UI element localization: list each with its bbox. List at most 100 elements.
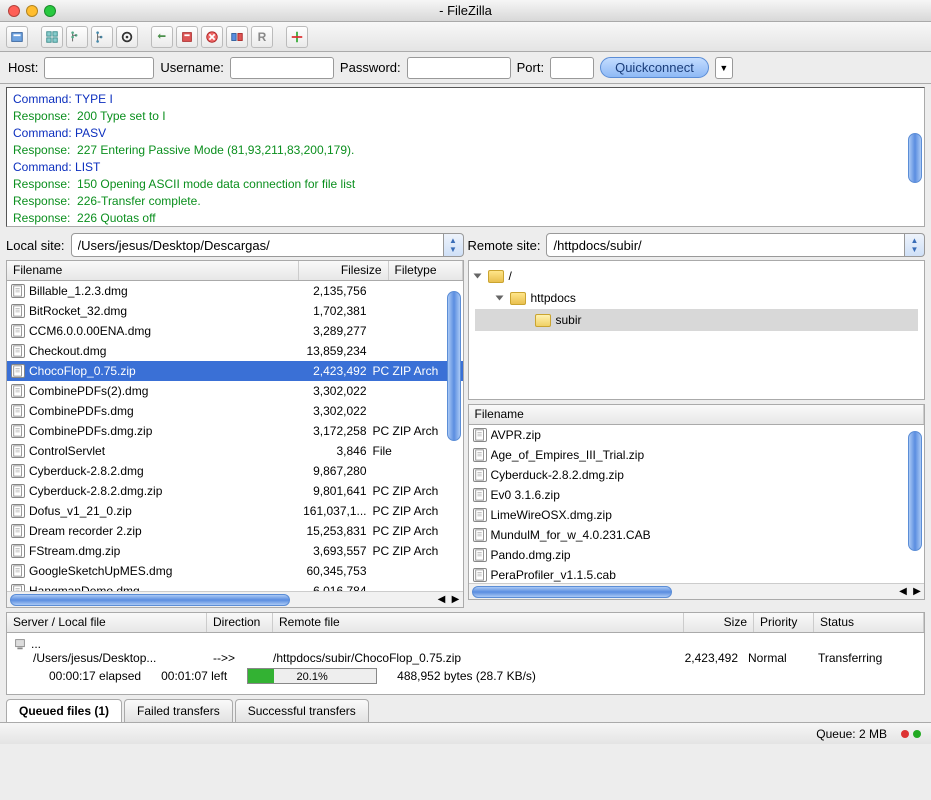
file-row[interactable]: Dofus_v1_21_0.zip161,037,1...PC ZIP Arch [7,501,463,521]
quickconnect-history-dropdown[interactable]: ▼ [715,57,733,79]
column-size[interactable]: Size [684,613,754,632]
transfer-elapsed: 00:00:17 elapsed [49,669,141,683]
remote-file-list[interactable]: AVPR.zipAge_of_Empires_III_Trial.zipCybe… [469,425,925,583]
quickconnect-bar: Host: Username: Password: Port: Quickcon… [0,52,931,84]
tab-failed-transfers[interactable]: Failed transfers [124,699,233,722]
file-row[interactable]: CombinePDFs.dmg.zip3,172,258PC ZIP Arch [7,421,463,441]
file-icon [11,284,25,298]
file-icon [11,524,25,538]
file-row[interactable]: Cyberduck-2.8.2.dmg9,867,280 [7,461,463,481]
local-hscrollbar[interactable]: ◀▶ [7,591,463,607]
file-row[interactable]: Ev0 3.1.6.zip [469,485,925,505]
disconnect-icon[interactable] [226,26,248,48]
local-path-dropdown[interactable]: ▲▼ [444,233,464,257]
remote-file-header[interactable]: Filename [469,405,925,425]
file-row[interactable]: BitRocket_32.dmg1,702,381 [7,301,463,321]
username-input[interactable] [230,57,334,79]
transfer-header[interactable]: Server / Local file Direction Remote fil… [7,613,924,633]
titlebar: - FileZilla [0,0,931,22]
tree-item[interactable]: httpdocs [475,287,919,309]
remote-panel: Remote site: ▲▼ /httpdocssubir Filename … [468,230,926,608]
file-row[interactable]: AVPR.zip [469,425,925,445]
column-filesize[interactable]: Filesize [299,261,389,280]
toggle-remote-tree-icon[interactable] [91,26,113,48]
column-status[interactable]: Status [814,613,924,632]
quickconnect-button[interactable]: Quickconnect [600,57,709,78]
remote-hscrollbar[interactable]: ◀▶ [469,583,925,599]
file-row[interactable]: PeraProfiler_v1.1.5.cab [469,565,925,583]
local-file-header[interactable]: Filename Filesize Filetype [7,261,463,281]
file-row[interactable]: LimeWireOSX.dmg.zip [469,505,925,525]
file-row[interactable]: GoogleSketchUpMES.dmg60,345,753 [7,561,463,581]
tree-item[interactable]: subir [475,309,919,331]
file-row[interactable]: CCM6.0.0.00ENA.dmg3,289,277 [7,321,463,341]
tab-queued-files[interactable]: Queued files (1) [6,699,122,722]
file-icon [11,324,25,338]
remote-path-dropdown[interactable]: ▲▼ [905,233,925,257]
log-scrollbar[interactable] [908,133,922,183]
column-filename[interactable]: Filename [469,405,925,424]
file-row[interactable]: FStream.dmg.zip3,693,557PC ZIP Arch [7,541,463,561]
file-row[interactable]: CombinePDFs(2).dmg3,302,022 [7,381,463,401]
file-row[interactable]: Billable_1.2.3.dmg2,135,756 [7,281,463,301]
toggle-local-tree-icon[interactable] [66,26,88,48]
file-row[interactable]: HangmanDemo.dmg6,016,784 [7,581,463,591]
server-icon [13,637,27,651]
file-icon [473,488,487,502]
transfer-queue: Server / Local file Direction Remote fil… [6,612,925,695]
file-row[interactable]: Dream recorder 2.zip15,253,831PC ZIP Arc… [7,521,463,541]
file-row[interactable]: ControlServlet3,846File [7,441,463,461]
file-row[interactable]: Cyberduck-2.8.2.dmg.zip [469,465,925,485]
file-icon [11,444,25,458]
file-icon [11,304,25,318]
remote-path-input[interactable] [546,233,905,257]
file-row[interactable]: ChocoFlop_0.75.zip2,423,492PC ZIP Arch [7,361,463,381]
username-label: Username: [160,60,224,75]
port-input[interactable] [550,57,594,79]
column-direction[interactable]: Direction [207,613,273,632]
remote-scrollbar[interactable] [908,431,922,551]
password-label: Password: [340,60,401,75]
file-row[interactable]: Cyberduck-2.8.2.dmg.zip9,801,641PC ZIP A… [7,481,463,501]
column-remote-file[interactable]: Remote file [273,613,684,632]
tree-item[interactable]: / [475,265,919,287]
file-row[interactable]: Checkout.dmg13,859,234 [7,341,463,361]
file-row[interactable]: MundulM_for_w_4.0.231.CAB [469,525,925,545]
refresh-icon[interactable] [151,26,173,48]
site-manager-icon[interactable] [6,26,28,48]
cancel-icon[interactable] [201,26,223,48]
filter-icon[interactable] [286,26,308,48]
column-filename[interactable]: Filename [7,261,299,280]
transfer-progress-row: 00:00:17 elapsed 00:01:07 left 20.1% 488… [13,665,918,690]
file-icon [473,548,487,562]
remote-directory-tree[interactable]: /httpdocssubir [468,260,926,400]
message-log[interactable]: Command: TYPE IResponse: 200 Type set to… [6,87,925,227]
file-icon [473,428,487,442]
column-filetype[interactable]: Filetype [389,261,463,280]
file-row[interactable]: Age_of_Empires_III_Trial.zip [469,445,925,465]
toggle-queue-icon[interactable] [116,26,138,48]
transfer-local-file: /Users/jesus/Desktop... [33,651,213,665]
local-path-input[interactable] [71,233,444,257]
host-input[interactable] [44,57,154,79]
activity-indicator-2 [913,730,921,738]
file-icon [473,568,487,582]
process-queue-icon[interactable] [176,26,198,48]
toggle-log-icon[interactable] [41,26,63,48]
file-icon [11,504,25,518]
local-file-list[interactable]: Billable_1.2.3.dmg2,135,756BitRocket_32.… [7,281,463,591]
file-row[interactable]: CombinePDFs.dmg3,302,022 [7,401,463,421]
column-priority[interactable]: Priority [754,613,814,632]
reconnect-icon[interactable]: R [251,26,273,48]
file-row[interactable]: Pando.dmg.zip [469,545,925,565]
tab-successful-transfers[interactable]: Successful transfers [235,699,369,722]
column-server-file[interactable]: Server / Local file [7,613,207,632]
password-input[interactable] [407,57,511,79]
file-icon [11,584,25,591]
transfer-row[interactable]: /Users/jesus/Desktop... -->> /httpdocs/s… [13,651,918,665]
folder-icon [535,314,551,327]
transfer-progressbar: 20.1% [247,668,377,684]
local-scrollbar[interactable] [447,291,461,441]
file-icon [473,508,487,522]
transfer-status: Transferring [808,651,918,665]
